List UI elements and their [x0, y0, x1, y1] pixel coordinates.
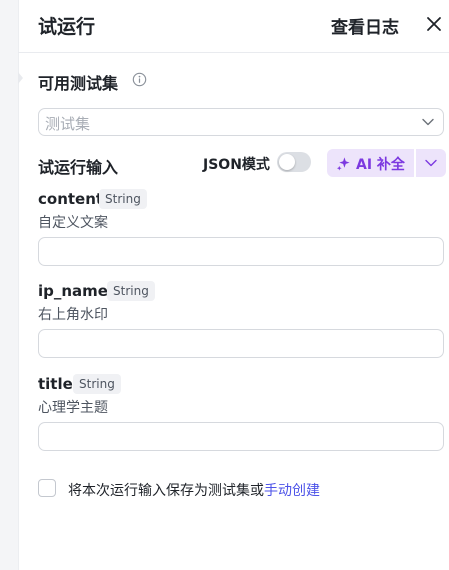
type-badge: String [73, 374, 121, 394]
content-input[interactable] [38, 237, 444, 266]
ai-fill-button[interactable]: AI 补全 [327, 149, 414, 177]
close-button[interactable] [424, 14, 444, 34]
toggle-knob [279, 154, 295, 170]
ai-fill-dropdown[interactable] [415, 149, 446, 177]
close-icon [427, 17, 441, 31]
save-as-test-set-checkbox[interactable] [38, 479, 56, 497]
panel-header: 试运行 查看日志 [18, 0, 449, 53]
panel-notch [18, 72, 23, 84]
field-name-title: title [38, 375, 73, 393]
json-mode-toggle[interactable] [277, 152, 311, 172]
type-badge: String [99, 189, 147, 209]
field-name-content: content [38, 190, 104, 208]
chevron-down-icon [422, 118, 434, 126]
save-as-test-set-text: 将本次运行输入保存为测试集或手动创建 [68, 480, 320, 500]
chevron-down-icon [425, 159, 437, 167]
run-input-label: 试运行输入 [38, 158, 119, 177]
field-description: 自定义文案 [38, 215, 108, 231]
title-input[interactable] [38, 422, 444, 451]
field-description: 右上角水印 [38, 307, 108, 323]
test-set-label: 可用测试集 [38, 74, 119, 93]
view-log-button[interactable]: 查看日志 [331, 13, 399, 38]
info-icon[interactable] [132, 72, 147, 87]
test-set-select[interactable]: 测试集 [38, 108, 444, 136]
json-mode-label: JSON模式 [203, 157, 270, 173]
ip-name-input[interactable] [38, 329, 444, 358]
type-badge: String [107, 281, 155, 301]
test-set-placeholder: 测试集 [45, 115, 91, 133]
ai-fill-label: AI 补全 [356, 157, 405, 173]
field-name-ip-name: ip_name [38, 282, 108, 300]
sparkle-icon [336, 157, 350, 171]
panel-title: 试运行 [38, 16, 96, 38]
manual-create-link[interactable]: 手动创建 [264, 483, 320, 499]
left-panel-edge [0, 0, 19, 570]
save-as-test-set-label: 将本次运行输入保存为测试集或 [68, 483, 264, 499]
field-description: 心理学主题 [38, 400, 108, 416]
